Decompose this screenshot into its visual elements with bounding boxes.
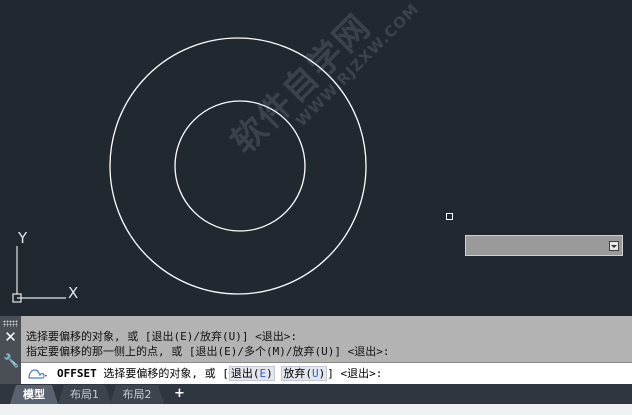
layout-tab-bar: 模型 布局1 布局2 +: [0, 384, 632, 415]
close-icon[interactable]: ✕: [3, 330, 18, 345]
ucs-y-label: Y: [17, 229, 28, 247]
command-history-line: 指定要偏移的那一侧上的点, 或 [退出(E)/多个(M)/放弃(U)] <退出>…: [26, 345, 390, 358]
dropdown-arrow-icon[interactable]: [609, 241, 619, 251]
option-exit[interactable]: 退出(E): [228, 366, 275, 381]
outer-circle[interactable]: [109, 37, 367, 295]
command-prompt-suffix: ] <退出>:: [327, 367, 383, 380]
command-prompt-icon[interactable]: [26, 366, 48, 381]
command-name: OFFSET: [57, 367, 97, 380]
command-line-toolbar: ✕ 🔧: [0, 316, 21, 384]
ucs-x-label: X: [68, 284, 78, 302]
command-history-line: 选择要偏移的对象, 或 [退出(E)/放弃(U)] <退出>:: [26, 330, 297, 343]
command-input[interactable]: OFFSET 选择要偏移的对象, 或 [退出(E) 放弃(U)] <退出>:: [21, 362, 632, 384]
add-layout-button[interactable]: +: [172, 387, 187, 402]
wrench-icon[interactable]: 🔧: [3, 354, 19, 369]
command-prompt-text: OFFSET 选择要偏移的对象, 或 [退出(E) 放弃(U)] <退出>:: [57, 366, 382, 381]
command-prompt-message: 选择要偏移的对象, 或 [: [103, 367, 229, 380]
tab-layout2[interactable]: 布局2: [110, 385, 164, 404]
cursor-pickbox: [446, 213, 453, 220]
ucs-icon: Y X: [12, 229, 78, 303]
tab-model[interactable]: 模型: [10, 385, 58, 404]
dynamic-input-field[interactable]: [465, 235, 623, 256]
tab-layout1[interactable]: 布局1: [58, 385, 111, 404]
inner-circle[interactable]: [174, 100, 306, 232]
option-undo[interactable]: 放弃(U): [281, 366, 328, 381]
drawing-viewport[interactable]: Y X 软件自学网 WWW.RJZXW.COM: [0, 0, 632, 316]
drawing-canvas[interactable]: Y X: [0, 0, 632, 316]
layout-tab-strip: 模型 布局1 布局2 +: [0, 384, 632, 404]
panel-grip-handle[interactable]: [3, 320, 18, 327]
command-line-panel: ✕ 🔧 选择要偏移的对象, 或 [退出(E)/放弃(U)] <退出>: 指定要偏…: [0, 316, 632, 384]
